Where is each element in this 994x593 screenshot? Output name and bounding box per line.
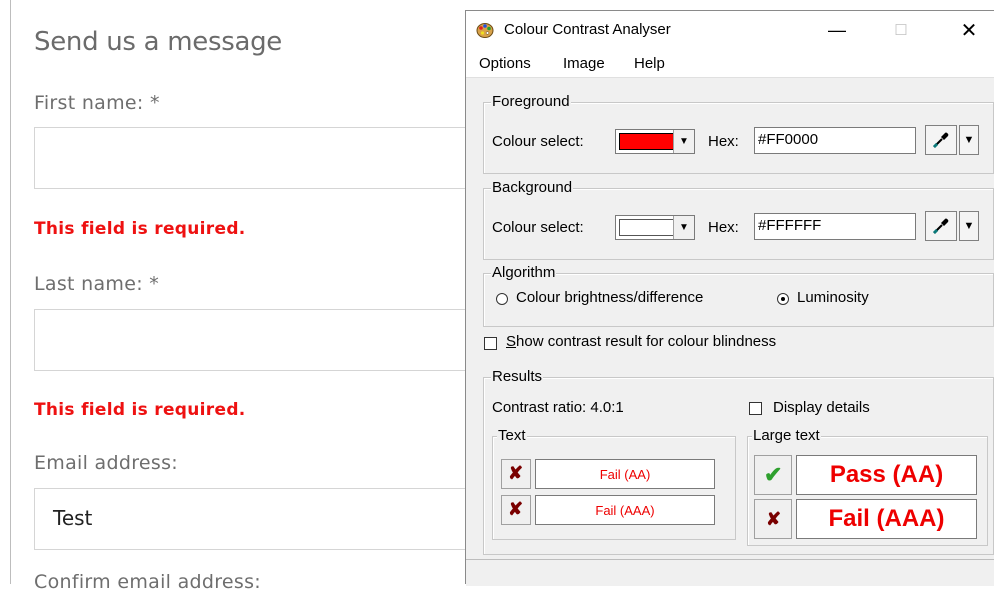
form-title: Send us a message [34, 27, 282, 57]
large-aaa-status: ✘ [754, 499, 792, 539]
large-aaa-result: Fail (AAA) [796, 499, 977, 539]
menu-options[interactable]: Options [479, 55, 531, 72]
fg-colour-select-label: Colour select: [492, 133, 584, 150]
window-title: Colour Contrast Analyser [504, 21, 671, 38]
title-bar[interactable]: Colour Contrast Analyser — ☐ ✕ [466, 11, 994, 49]
status-bar [466, 559, 994, 586]
colour-brightness-label[interactable]: Colour brightness/difference [516, 289, 703, 306]
large-text-legend: Large text [752, 427, 821, 444]
algorithm-group: Algorithm Colour brightness/difference L… [483, 264, 994, 327]
large-text-results-group: Large text ✔ Pass (AA) ✘ Fail (AAA) [747, 427, 988, 546]
email-input[interactable]: Test [34, 488, 494, 550]
background-group: Background Colour select: ▼ Hex: #FFFFFF… [483, 179, 994, 260]
bg-hex-label: Hex: [708, 219, 739, 236]
cca-window: Colour Contrast Analyser — ☐ ✕ Options I… [465, 10, 994, 586]
menu-bar: Options Image Help [466, 49, 994, 78]
text-aa-status: ✘ [501, 459, 531, 489]
results-group: Results Contrast ratio: 4.0:1 Display de… [483, 368, 994, 555]
display-details-checkbox[interactable] [749, 402, 762, 415]
radio-luminosity[interactable] [777, 293, 789, 305]
pass-icon: ✔ [764, 462, 783, 487]
algorithm-legend: Algorithm [491, 264, 557, 281]
bg-eyedropper-button[interactable] [925, 211, 957, 241]
bg-colour-select-label: Colour select: [492, 219, 584, 236]
last-name-error: This field is required. [34, 400, 246, 420]
chevron-down-icon[interactable]: ▼ [673, 216, 694, 239]
background-legend: Background [491, 179, 574, 196]
contact-form: Send us a message First name: * This fie… [0, 0, 494, 593]
fg-hex-input[interactable]: #FF0000 [754, 127, 916, 154]
luminosity-label[interactable]: Luminosity [797, 289, 869, 306]
confirm-email-label: Confirm email address: [34, 571, 262, 593]
fg-colour-swatch [619, 133, 674, 150]
text-legend: Text [497, 427, 527, 444]
fail-icon: ✘ [508, 463, 524, 483]
email-label: Email address: [34, 452, 179, 474]
bg-colour-dropdown[interactable]: ▼ [615, 215, 695, 240]
colour-blindness-checkbox[interactable] [484, 337, 497, 350]
eyedropper-icon [932, 132, 949, 149]
last-name-label: Last name: * [34, 273, 160, 295]
fg-colour-dropdown[interactable]: ▼ [615, 129, 695, 154]
menu-image[interactable]: Image [563, 55, 605, 72]
fail-icon: ✘ [508, 499, 524, 519]
text-aaa-result: Fail (AAA) [535, 495, 715, 525]
bg-eyedropper-menu[interactable]: ▼ [959, 211, 979, 241]
fg-eyedropper-menu[interactable]: ▼ [959, 125, 979, 155]
results-legend: Results [491, 368, 544, 385]
radio-colour-brightness[interactable] [496, 293, 508, 305]
foreground-legend: Foreground [491, 93, 571, 110]
chevron-down-icon[interactable]: ▼ [673, 130, 694, 153]
fg-eyedropper-button[interactable] [925, 125, 957, 155]
text-results-group: Text ✘ Fail (AA) ✘ Fail (AAA) [492, 427, 736, 540]
eyedropper-icon [932, 218, 949, 235]
minimize-button[interactable]: — [814, 11, 860, 49]
menu-help[interactable]: Help [634, 55, 665, 72]
first-name-error: This field is required. [34, 219, 246, 239]
bg-colour-swatch [619, 219, 674, 236]
required-marker: * [149, 92, 160, 114]
large-aa-status: ✔ [754, 455, 792, 495]
palette-icon [476, 23, 494, 38]
large-aa-result: Pass (AA) [796, 455, 977, 495]
page-border [10, 0, 11, 584]
close-button[interactable]: ✕ [946, 11, 992, 49]
colour-blindness-label[interactable]: Show contrast result for colour blindnes… [506, 333, 776, 350]
display-details-label[interactable]: Display details [773, 399, 870, 416]
text-aa-result: Fail (AA) [535, 459, 715, 489]
foreground-group: Foreground Colour select: ▼ Hex: #FF0000… [483, 93, 994, 174]
fail-icon: ✘ [766, 509, 782, 529]
first-name-label: First name: * [34, 92, 160, 114]
bg-hex-input[interactable]: #FFFFFF [754, 213, 916, 240]
required-marker: * [149, 273, 160, 295]
last-name-input[interactable] [34, 309, 494, 371]
first-name-input[interactable] [34, 127, 494, 189]
fg-hex-label: Hex: [708, 133, 739, 150]
contrast-ratio-text: Contrast ratio: 4.0:1 [492, 399, 624, 416]
maximize-button[interactable]: ☐ [878, 11, 924, 49]
text-aaa-status: ✘ [501, 495, 531, 525]
